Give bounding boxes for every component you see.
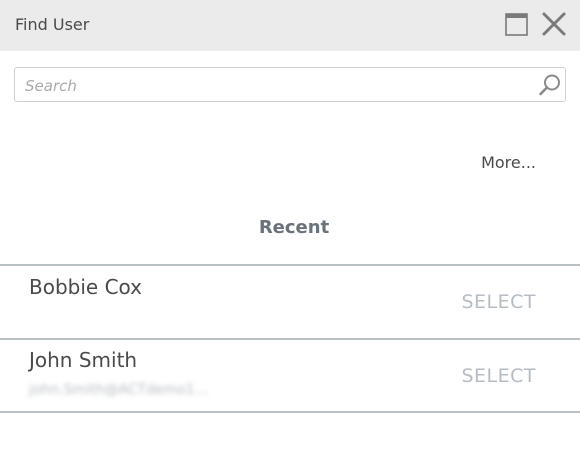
maximize-button[interactable] [505,13,528,36]
select-button[interactable]: SELECT [461,365,536,387]
user-email: john.Smith@ACTdemo1... [29,382,209,398]
search-icon [539,74,560,96]
close-icon [542,12,566,36]
search-box [14,67,566,103]
find-user-dialog: Find User More... Recent Bobbie Cox [0,0,580,450]
close-button[interactable] [541,11,567,37]
recent-heading: Recent [258,217,330,238]
user-name: John Smith [29,348,138,372]
dialog-title: Find User [15,15,90,34]
title-bar: Find User [0,0,580,51]
search-input[interactable] [23,68,527,103]
more-link[interactable]: More... [481,153,536,172]
search-button[interactable] [538,73,562,97]
user-name: Bobbie Cox [29,275,142,299]
divider [0,411,580,413]
list-item[interactable]: Bobbie Cox SELECT [0,266,580,338]
maximize-icon [505,13,528,36]
list-item[interactable]: John Smith john.Smith@ACTdemo1... SELECT [0,340,580,412]
select-button[interactable]: SELECT [461,291,536,313]
